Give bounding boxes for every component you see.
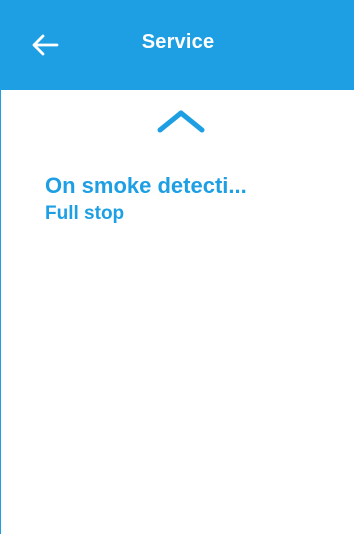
setting-item[interactable]: On smoke detecti... Full stop (45, 172, 344, 226)
setting-value: Full stop (45, 203, 125, 224)
page-title: Service (141, 31, 215, 53)
chevron-up-icon (157, 110, 205, 133)
setting-name: On smoke detecti... (45, 173, 247, 198)
service-screen: Service On smoke detecti... Full stop (0, 0, 354, 534)
scroll-up-button[interactable] (156, 108, 206, 134)
header-bar: Service (1, 0, 354, 90)
